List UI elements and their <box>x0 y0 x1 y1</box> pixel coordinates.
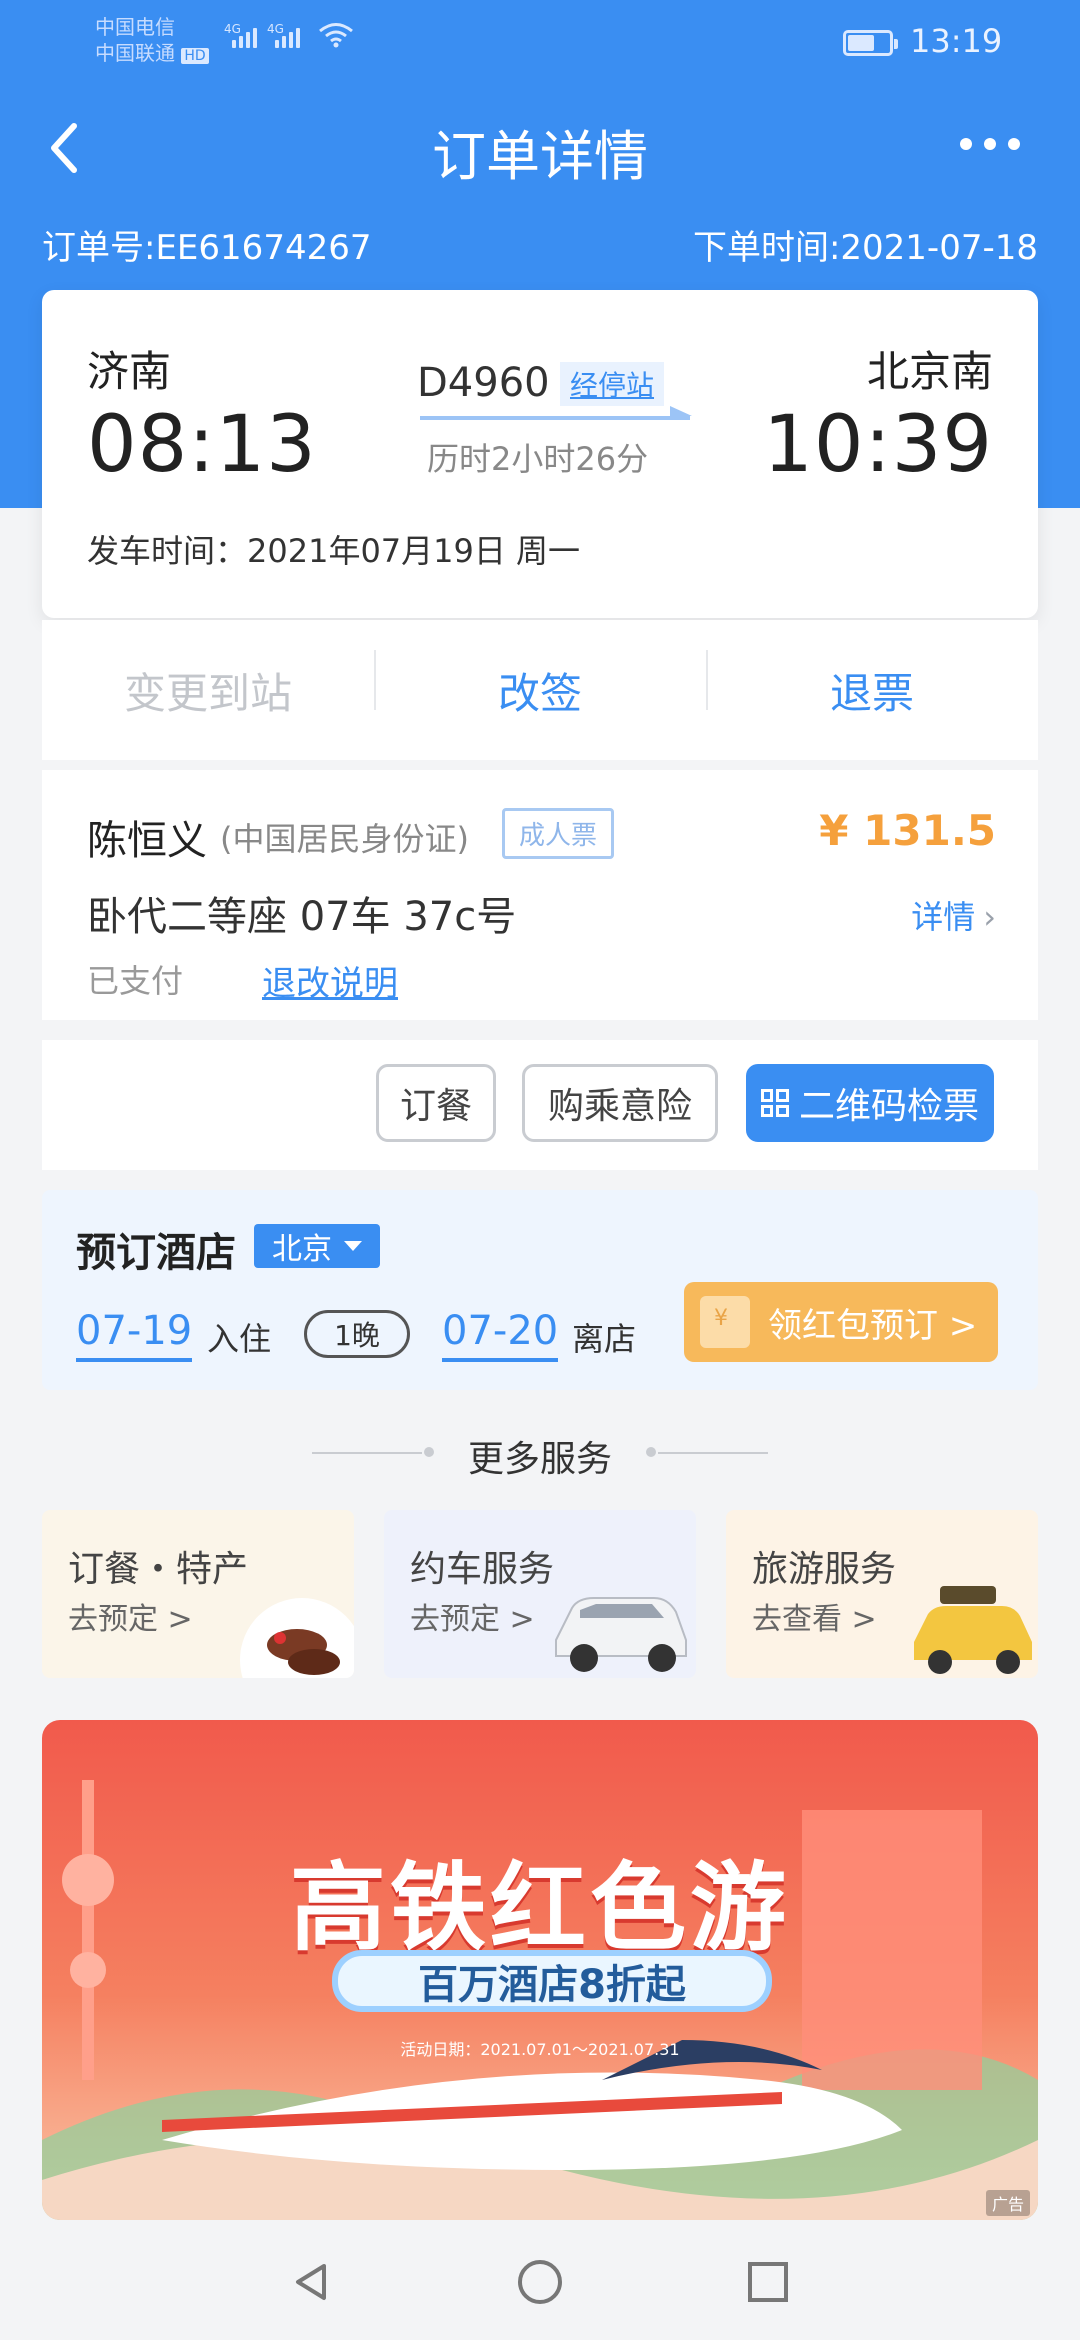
banner-title: 高铁红色游 <box>290 1852 790 1964</box>
signal-indicators: 4G 4G <box>224 22 354 48</box>
service-buttons: 订餐 购乘意险 二维码检票 <box>42 1040 1038 1170</box>
checkin-date[interactable]: 07-19 <box>76 1308 193 1362</box>
nav-back-icon[interactable] <box>288 2258 336 2306</box>
passenger-id-type: (中国居民身份证) <box>220 820 469 858</box>
service-title: 订餐・特产 <box>68 1549 249 1590</box>
order-time: 下单时间:2021-07-18 <box>692 228 1038 268</box>
ticket-price: ¥ 131.5 <box>819 806 996 855</box>
insurance-button[interactable]: 购乘意险 <box>522 1064 718 1142</box>
status-bar: 中国电信 中国联通 HD 4G 4G 13:19 <box>0 0 1080 86</box>
qr-check-button[interactable]: 二维码检票 <box>746 1064 994 1142</box>
passenger-card: 陈恒义 (中国居民身份证) 成人票 ¥ 131.5 卧代二等座 07车 37c号… <box>42 770 1038 1020</box>
travel-car-icon <box>914 1586 1032 1674</box>
trip-duration: 历时2小时26分 <box>427 440 649 478</box>
service-car[interactable]: 约车服务 去预定 > <box>384 1510 696 1678</box>
seat-info: 卧代二等座 07车 37c号 <box>87 894 517 940</box>
nav-home-icon[interactable] <box>516 2258 564 2306</box>
city-selector[interactable]: 北京 <box>254 1224 380 1268</box>
departure-station: 济南 <box>87 347 172 396</box>
service-travel[interactable]: 旅游服务 去查看 > <box>726 1510 1038 1678</box>
stops-link[interactable]: 经停站 <box>560 362 665 406</box>
passenger-name: 陈恒义 <box>87 818 207 864</box>
arrival-time: 10:39 <box>763 400 993 490</box>
checkin-label: 入住 <box>207 1320 272 1358</box>
red-envelope-icon <box>700 1296 750 1348</box>
ticket-actions: 变更到站 改签 退票 <box>42 620 1038 760</box>
chevron-right-icon: › <box>983 898 996 936</box>
train-number: D4960 <box>417 360 550 406</box>
system-navigation <box>0 2220 1080 2340</box>
hotel-book-button[interactable]: 领红包预订 > <box>684 1282 998 1362</box>
banner-date: 活动日期：2021.07.01～2021.07.31 <box>400 2040 680 2059</box>
service-food[interactable]: 订餐・特产 去预定 > <box>42 1510 354 1678</box>
hotel-title: 预订酒店 <box>76 1230 236 1276</box>
wifi-icon <box>318 22 354 48</box>
signal-icon: 4G <box>267 22 300 48</box>
detail-link[interactable]: 详情 › <box>911 892 996 938</box>
service-link: 去预定 > <box>68 1602 193 1637</box>
car-icon <box>555 1597 687 1672</box>
change-station-button[interactable]: 变更到站 <box>42 660 374 721</box>
service-link: 去预定 > <box>410 1602 535 1637</box>
order-number: 订单号:EE61674267 <box>42 228 372 268</box>
signal-icon: 4G <box>224 22 257 48</box>
qr-code-icon <box>760 1089 789 1117</box>
ticket-type-badge: 成人票 <box>502 808 615 859</box>
dropdown-icon <box>344 1241 362 1251</box>
departure-date: 发车时间：2021年07月19日 周一 <box>87 532 581 570</box>
service-title: 旅游服务 <box>752 1549 897 1590</box>
payment-status: 已支付 <box>87 962 184 1000</box>
refund-rules-link[interactable]: 退改说明 <box>262 956 398 1005</box>
order-meal-button[interactable]: 订餐 <box>376 1064 496 1142</box>
more-services-title: 更多服务 <box>467 1439 612 1480</box>
refund-button[interactable]: 退票 <box>706 649 1038 721</box>
divider-dot <box>646 1447 656 1457</box>
battery-icon <box>843 30 898 56</box>
hd-badge: HD <box>181 48 209 64</box>
departure-time: 08:13 <box>87 400 317 490</box>
more-dots-icon[interactable] <box>960 138 1020 150</box>
ad-label: 广告 <box>985 2190 1030 2216</box>
status-time: 13:19 <box>910 22 1003 60</box>
carrier-1: 中国电信 <box>95 15 175 39</box>
route-arrow <box>420 406 692 420</box>
checkout-date[interactable]: 07-20 <box>442 1308 559 1362</box>
service-title: 约车服务 <box>410 1549 555 1590</box>
divider <box>658 1452 768 1454</box>
banner-subtitle: 百万酒店8折起 <box>332 1950 772 2012</box>
checkout-label: 离店 <box>572 1320 637 1358</box>
service-link: 去查看 > <box>752 1602 877 1637</box>
food-plate-icon <box>240 1598 354 1678</box>
nav-recent-icon[interactable] <box>744 2258 792 2306</box>
carrier-2: 中国联通 HD <box>95 40 209 69</box>
carrier-info: 中国电信 中国联通 HD <box>95 14 209 69</box>
promo-banner[interactable]: 高铁红色游 百万酒店8折起 活动日期：2021.07.01～2021.07.31… <box>42 1720 1038 2220</box>
reschedule-button[interactable]: 改签 <box>374 649 706 721</box>
hotel-booking: 预订酒店 北京 07-19 入住 1晚 07-20 离店 领红包预订 > <box>42 1190 1038 1390</box>
page-title: 订单详情 <box>432 125 648 188</box>
nights-badge: 1晚 <box>304 1310 410 1358</box>
train-info-card: 济南 北京南 08:13 10:39 D4960 经停站 历时2小时26分 发车… <box>42 290 1038 618</box>
arrival-station: 北京南 <box>866 347 993 396</box>
